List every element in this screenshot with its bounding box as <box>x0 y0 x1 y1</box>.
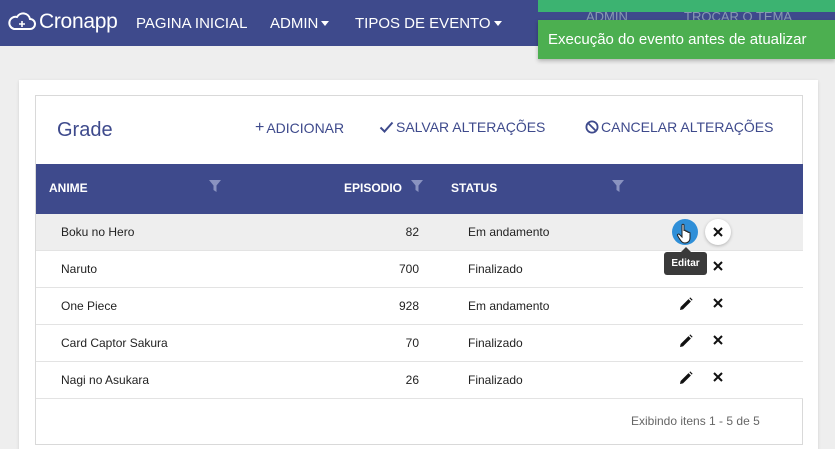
cell-status: Finalizado <box>468 336 523 350</box>
cell-anime: Nagi no Asukara <box>61 373 150 387</box>
cancel-label: CANCELAR ALTERAÇÕES <box>601 119 774 135</box>
plus-icon: + <box>255 119 265 136</box>
table-row[interactable]: Boku no Hero 82 Em andamento <box>36 214 803 251</box>
cell-episodio: 26 <box>405 373 419 387</box>
hand-pointer-icon <box>676 223 691 244</box>
cancel-changes-button[interactable]: CANCELAR ALTERAÇÕES <box>585 119 773 135</box>
nav-item-pagina-inicial[interactable]: PAGINA INICIAL <box>136 15 247 32</box>
cloud-icon <box>8 12 36 30</box>
cell-anime: Boku no Hero <box>61 225 135 239</box>
cell-episodio: 928 <box>398 299 419 313</box>
delete-button[interactable] <box>705 219 731 245</box>
pencil-icon[interactable] <box>679 297 693 311</box>
caret-down-icon <box>321 21 330 26</box>
cell-status: Finalizado <box>468 373 523 387</box>
add-button[interactable]: + ADICIONAR <box>255 119 344 137</box>
filter-icon[interactable] <box>612 180 624 193</box>
table-row[interactable]: Card Captor Sakura 70 Finalizado <box>36 325 803 362</box>
pager-info: Exibindo itens 1 - 5 de 5 <box>631 414 760 428</box>
caret-down-icon <box>493 21 502 26</box>
column-header-anime[interactable]: ANIME <box>49 181 88 195</box>
close-icon <box>713 227 723 237</box>
cell-status: Em andamento <box>468 225 550 239</box>
save-changes-button[interactable]: SALVAR ALTERAÇÕES <box>379 119 545 135</box>
cell-episodio: 82 <box>405 225 419 239</box>
notification-message: Execução do evento antes de atualizar <box>548 31 807 48</box>
pencil-icon[interactable] <box>679 371 693 385</box>
cell-status: Finalizado <box>468 262 523 276</box>
nav-label: ADMIN <box>270 15 319 32</box>
close-icon[interactable] <box>713 372 723 382</box>
column-header-episodio[interactable]: EPISODIO <box>344 181 402 195</box>
filter-icon[interactable] <box>209 180 221 193</box>
nav-item-admin[interactable]: ADMIN <box>270 15 330 32</box>
nav-item-tipos-de-evento[interactable]: TIPOS DE EVENTO <box>355 15 502 32</box>
add-label: ADICIONAR <box>266 120 345 136</box>
cell-anime: Naruto <box>61 262 98 276</box>
notification-toast[interactable]: Execução do evento antes de atualizar <box>538 20 835 59</box>
brand-name: Cronapp <box>39 10 118 33</box>
edit-tooltip: Editar <box>664 247 707 275</box>
check-icon <box>379 121 394 133</box>
close-icon[interactable] <box>713 261 723 271</box>
cell-anime: Card Captor Sakura <box>61 336 168 350</box>
nav-label: PAGINA INICIAL <box>136 15 248 32</box>
cell-episodio: 70 <box>405 336 419 350</box>
filter-icon[interactable] <box>411 180 423 193</box>
brand-logo[interactable]: Cronapp <box>7 9 118 35</box>
grid-title: Grade <box>57 119 113 141</box>
nav-label: TIPOS DE EVENTO <box>355 15 491 32</box>
ban-icon <box>585 120 599 134</box>
cell-anime: One Piece <box>61 299 118 313</box>
close-icon[interactable] <box>713 335 723 345</box>
close-icon[interactable] <box>713 298 723 308</box>
cell-status: Em andamento <box>468 299 550 313</box>
pencil-icon[interactable] <box>679 334 693 348</box>
table-row[interactable]: Nagi no Asukara 26 Finalizado <box>36 362 803 399</box>
save-label: SALVAR ALTERAÇÕES <box>396 119 546 135</box>
column-header-status[interactable]: STATUS <box>451 181 497 195</box>
table-row[interactable]: One Piece 928 Em andamento <box>36 288 803 325</box>
edit-button[interactable] <box>672 219 698 245</box>
cell-episodio: 700 <box>398 262 419 276</box>
